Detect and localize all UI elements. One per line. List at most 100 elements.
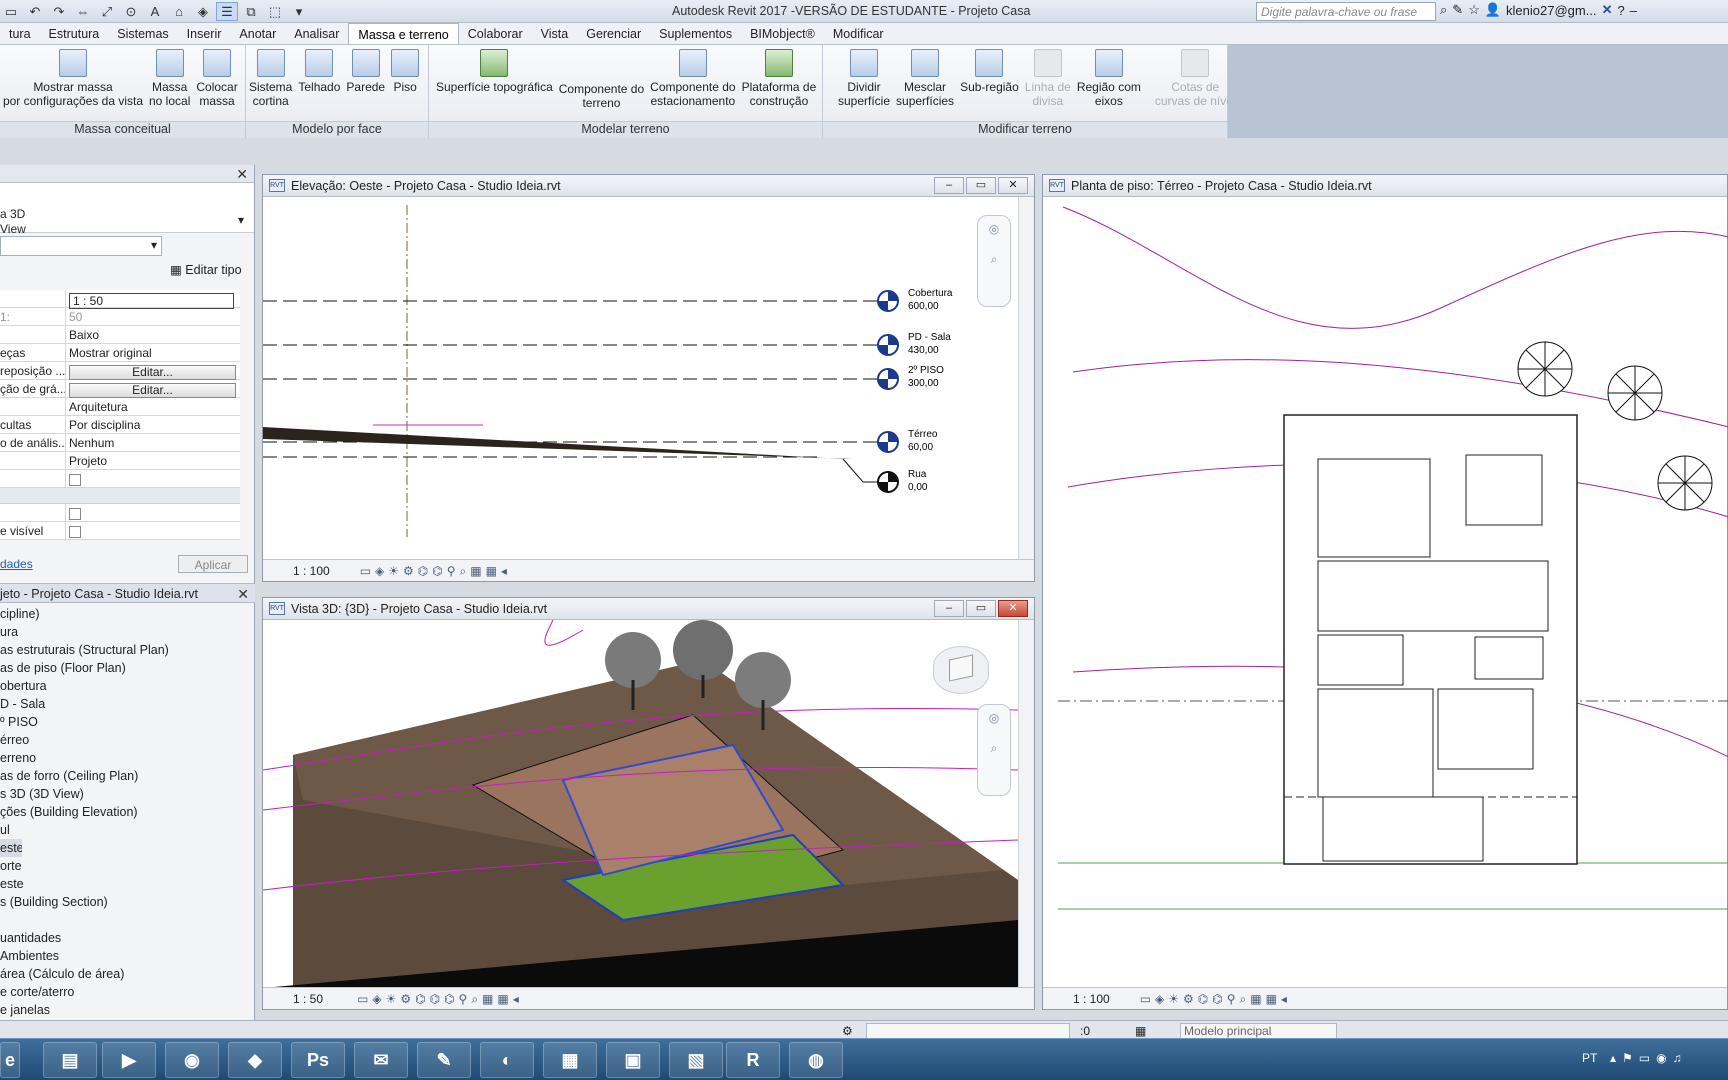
view-scale[interactable]: 1 : 100 — [1073, 992, 1110, 1006]
open-icon[interactable]: ▭ — [0, 2, 22, 21]
search-input[interactable]: Digite palavra-chave ou frase — [1256, 2, 1436, 21]
zoom-icon[interactable]: ⌕ — [978, 252, 1010, 267]
vertical-scrollbar[interactable] — [1018, 620, 1034, 987]
binoculars-icon[interactable]: ⌕ — [1440, 2, 1447, 18]
thin-lines-icon[interactable]: ☰ — [216, 2, 238, 21]
close-icon[interactable]: ✕ — [237, 586, 249, 603]
sketchup-icon[interactable]: ◆ — [228, 1042, 282, 1078]
chrome-icon[interactable]: ◉ — [165, 1042, 219, 1078]
level-head-2-piso[interactable] — [877, 368, 899, 390]
tree-item[interactable]: D - Sala — [0, 695, 238, 713]
checkbox[interactable] — [69, 508, 81, 520]
section-icon[interactable]: ◈ — [192, 2, 214, 21]
tab-arquitetura[interactable]: tura — [0, 23, 40, 44]
floor-button[interactable]: Piso — [388, 49, 422, 121]
photoshop-icon[interactable]: Ps — [291, 1042, 345, 1078]
tab-anotar[interactable]: Anotar — [230, 23, 285, 44]
view-scale-input[interactable]: 1 : 50 — [69, 293, 234, 309]
tree-item[interactable]: as estruturais (Structural Plan) — [0, 641, 238, 659]
instance-filter-select[interactable]: ▾ — [0, 236, 162, 256]
minimize-button[interactable]: – — [934, 177, 964, 194]
tree-item[interactable]: as de forro (Ceiling Plan) — [0, 767, 238, 785]
graded-region-button[interactable]: Região com eixos — [1074, 49, 1144, 121]
roof-button[interactable]: Telhado — [295, 49, 343, 121]
close-icon[interactable]: ✕ — [236, 166, 248, 183]
close-hidden-icon[interactable]: ⧉ — [240, 2, 262, 21]
show-mass-button[interactable]: Mostrar massa por configurações da vista — [0, 49, 146, 121]
tree-item[interactable]: e corte/aterro — [0, 983, 238, 1001]
tree-item[interactable]: área (Cálculo de área) — [0, 965, 238, 983]
level-head-pd-sala[interactable] — [877, 334, 899, 356]
measure-icon[interactable]: ⇔ — [72, 2, 94, 21]
redo-icon[interactable]: ↷ — [48, 2, 70, 21]
language-indicator[interactable]: PT — [1582, 1051, 1597, 1065]
tree-item[interactable]: obertura — [0, 677, 238, 695]
tab-analisar[interactable]: Analisar — [285, 23, 348, 44]
firefox-icon[interactable]: ◐ — [480, 1042, 534, 1078]
explorer-icon[interactable]: ▤ — [43, 1042, 97, 1078]
tree-item[interactable]: as de piso (Floor Plan) — [0, 659, 238, 677]
tree-item[interactable]: s (Building Section) — [0, 893, 238, 911]
split-surface-button[interactable]: Dividir superfície — [835, 49, 893, 121]
steering-wheel-icon[interactable]: ◎ — [978, 711, 1010, 725]
tree-item-selected[interactable]: este — [0, 839, 22, 857]
apply-button[interactable]: Aplicar — [178, 555, 248, 573]
terminal-icon[interactable]: ▣ — [606, 1042, 660, 1078]
tree-item[interactable]: ções (Building Elevation) — [0, 803, 238, 821]
tab-massa-e-terreno[interactable]: Massa e terreno — [348, 23, 459, 44]
3d-view-icon[interactable]: ⌂ — [168, 2, 190, 21]
edit-button[interactable]: Editar... — [69, 383, 236, 398]
subregion-button[interactable]: Sub-região — [957, 49, 1022, 121]
checkbox[interactable] — [69, 474, 81, 486]
level-head-rua[interactable] — [877, 471, 899, 493]
view-scale[interactable]: 1 : 100 — [293, 564, 330, 578]
elevation-view-window[interactable]: RVT Elevação: Oeste - Projeto Casa - Stud… — [262, 174, 1035, 582]
tab-colaborar[interactable]: Colaborar — [459, 23, 532, 44]
in-place-mass-button[interactable]: Massa no local — [146, 49, 193, 121]
wall-button[interactable]: Parede — [343, 49, 388, 121]
3d-canvas[interactable] — [263, 620, 1018, 988]
tab-suplementos[interactable]: Suplementos — [650, 23, 741, 44]
vertical-scrollbar[interactable] — [1018, 197, 1034, 559]
help-icon[interactable]: ? — [1617, 3, 1624, 18]
tree-item[interactable]: orte — [0, 857, 238, 875]
favorites-icon[interactable]: ☆ — [1468, 2, 1480, 18]
comm-center-icon[interactable]: ✎ — [1452, 2, 1463, 18]
merge-surfaces-button[interactable]: Mesclar superfícies — [893, 49, 957, 121]
tab-bimobject[interactable]: BIMobject® — [741, 23, 824, 44]
steering-wheel-icon[interactable]: ◎ — [978, 222, 1010, 236]
tab-estrutura[interactable]: Estrutura — [40, 23, 109, 44]
building-pad-button[interactable]: Plataforma de construção — [739, 49, 820, 121]
view-control-icons[interactable]: ▭◈☀⚙⌬⌬⚲⌕▦▦◂ — [360, 564, 511, 578]
edit-button[interactable]: Editar... — [69, 365, 236, 380]
level-head-terreo[interactable] — [877, 431, 899, 453]
media-player-icon[interactable]: ▶ — [102, 1042, 156, 1078]
tree-item[interactable]: ura — [0, 623, 238, 641]
tree-item[interactable] — [0, 911, 238, 929]
switch-windows-icon[interactable]: ⬚ — [264, 2, 286, 21]
close-button[interactable]: ✕ — [998, 177, 1028, 194]
user-icon[interactable]: 👤 — [1485, 2, 1501, 18]
curtain-system-button[interactable]: Sistema cortina — [246, 49, 295, 121]
tree-item[interactable]: ul — [0, 821, 238, 839]
tab-vista[interactable]: Vista — [532, 23, 578, 44]
tree-item[interactable]: erreno — [0, 749, 238, 767]
recorder-icon[interactable]: ◍ — [789, 1042, 843, 1078]
maximize-button[interactable]: ▭ — [966, 177, 996, 194]
tab-gerenciar[interactable]: Gerenciar — [577, 23, 650, 44]
image-viewer-icon[interactable]: ▧ — [669, 1042, 723, 1078]
notepad-icon[interactable]: ✎ — [417, 1042, 471, 1078]
tree-item[interactable]: e janelas — [0, 1001, 238, 1019]
elevation-canvas[interactable]: Cobertura 600,00 PD - Sala 430,00 2º PIS… — [263, 197, 1018, 561]
tree-item[interactable]: uantidades — [0, 929, 238, 947]
place-mass-button[interactable]: Colocar massa — [193, 49, 240, 121]
parking-component-button[interactable]: Componente do estacionamento — [647, 49, 738, 121]
view-control-icons[interactable]: ▭◈☀⚙⌬⌬⌬⚲⌕▦▦◂ — [357, 992, 523, 1006]
worksets-icon[interactable]: ⚙ — [842, 1024, 853, 1038]
checkbox[interactable] — [69, 526, 81, 538]
revit-icon[interactable]: R — [726, 1042, 780, 1078]
close-button[interactable]: ✕ — [998, 600, 1028, 617]
3d-view-window[interactable]: RVT Vista 3D: {3D} - Projeto Casa - Studi… — [262, 597, 1035, 1010]
type-selector[interactable]: a 3D View ▾ — [0, 183, 254, 236]
zoom-icon[interactable]: ⌕ — [978, 741, 1010, 756]
